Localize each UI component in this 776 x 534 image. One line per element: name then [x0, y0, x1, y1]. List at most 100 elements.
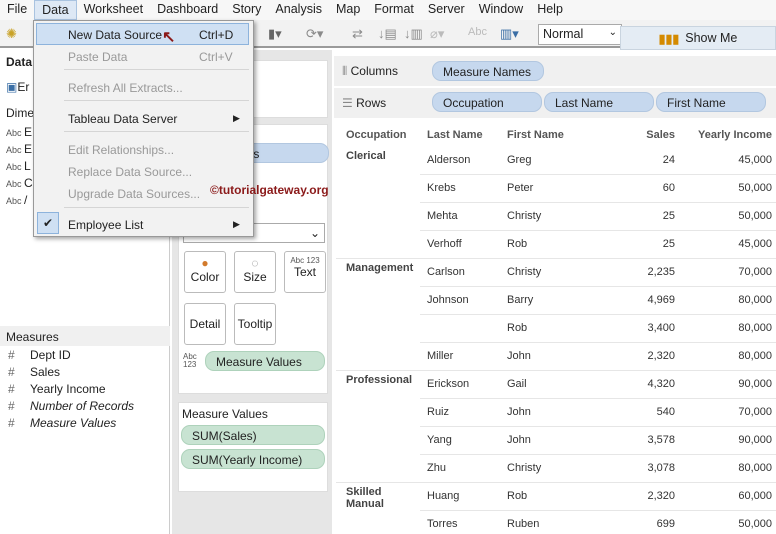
cell-sales[interactable]: 60	[606, 182, 675, 194]
cell-yearly-income[interactable]: 80,000	[686, 462, 772, 474]
cell-yearly-income[interactable]: 50,000	[686, 182, 772, 194]
header-sales[interactable]: Sales	[606, 129, 675, 141]
cell-yearly-income[interactable]: 50,000	[686, 518, 772, 530]
show-me-button[interactable]: ▮▮▮ Show Me	[620, 26, 776, 50]
cell-first-name[interactable]: John	[507, 406, 531, 418]
cell-yearly-income[interactable]: 90,000	[686, 434, 772, 446]
cell-last-name[interactable]: Verhoff	[427, 238, 462, 250]
menu-help[interactable]: Help	[530, 0, 570, 20]
rows-pill-last-name[interactable]: Last Name	[544, 92, 654, 112]
cell-last-name[interactable]: Mehta	[427, 210, 458, 222]
measure-values-pill[interactable]: Measure Values	[205, 351, 325, 371]
cell-last-name[interactable]: Erickson	[427, 378, 469, 390]
measure-item[interactable]: # Yearly Income	[8, 382, 106, 396]
measure-item[interactable]: # Number of Records	[8, 399, 134, 413]
menu-server[interactable]: Server	[421, 0, 472, 20]
menu-item-employee-list[interactable]: Employee List	[68, 218, 143, 232]
cell-last-name[interactable]: Krebs	[427, 182, 456, 194]
cell-sales[interactable]: 24	[606, 154, 675, 166]
cell-sales[interactable]: 3,400	[606, 322, 675, 334]
color-button[interactable]: ● Color	[184, 251, 226, 293]
dimension-item[interactable]: Abc L	[6, 159, 31, 173]
cell-first-name[interactable]: Peter	[507, 182, 533, 194]
cell-occupation[interactable]: Skilled Manual	[346, 486, 422, 510]
cell-yearly-income[interactable]: 45,000	[686, 154, 772, 166]
menu-format[interactable]: Format	[367, 0, 421, 20]
cell-last-name[interactable]: Carlson	[427, 266, 465, 278]
cell-yearly-income[interactable]: 50,000	[686, 210, 772, 222]
cell-last-name[interactable]: Zhu	[427, 462, 446, 474]
cell-first-name[interactable]: John	[507, 434, 531, 446]
dimension-item[interactable]: Abc C	[6, 176, 33, 190]
measure-item[interactable]: # Dept ID	[8, 348, 71, 362]
menu-item-edit-relationships[interactable]: Edit Relationships...	[68, 143, 174, 157]
cell-first-name[interactable]: Greg	[507, 154, 531, 166]
measure-item[interactable]: # Sales	[8, 365, 60, 379]
cell-yearly-income[interactable]: 45,000	[686, 238, 772, 250]
cell-sales[interactable]: 540	[606, 406, 675, 418]
menu-dashboard[interactable]: Dashboard	[150, 0, 225, 20]
cell-yearly-income[interactable]: 80,000	[686, 350, 772, 362]
header-first-name[interactable]: First Name	[507, 129, 564, 141]
menu-item-upgrade-data-sources[interactable]: Upgrade Data Sources...	[68, 187, 200, 201]
cell-yearly-income[interactable]: 70,000	[686, 406, 772, 418]
rows-pill-occupation[interactable]: Occupation	[432, 92, 542, 112]
menu-item-replace-data-source[interactable]: Replace Data Source...	[68, 165, 192, 179]
cell-first-name[interactable]: Christy	[507, 266, 541, 278]
cell-first-name[interactable]: Rob	[507, 490, 527, 502]
cell-sales[interactable]: 2,320	[606, 350, 675, 362]
size-button[interactable]: ◌ Size	[234, 251, 276, 293]
cell-sales[interactable]: 4,969	[606, 294, 675, 306]
measure-item[interactable]: # Measure Values	[8, 416, 116, 430]
cell-occupation[interactable]: Professional	[346, 374, 422, 386]
sort-ascending-icon[interactable]: ↓▤	[378, 26, 397, 42]
cell-sales[interactable]: 699	[606, 518, 675, 530]
cell-yearly-income[interactable]: 60,000	[686, 490, 772, 502]
cell-last-name[interactable]: Yang	[427, 434, 452, 446]
columns-pill-measure-names[interactable]: Measure Names	[432, 61, 544, 81]
text-button[interactable]: Abc 123 Text	[284, 251, 326, 293]
cell-last-name[interactable]: Miller	[427, 350, 453, 362]
cell-yearly-income[interactable]: 70,000	[686, 266, 772, 278]
data-source-item[interactable]: ▣Er	[6, 80, 29, 94]
cell-yearly-income[interactable]: 80,000	[686, 322, 772, 334]
header-yearly-income[interactable]: Yearly Income	[698, 129, 772, 141]
cell-sales[interactable]: 25	[606, 210, 675, 222]
label-abc-icon[interactable]: Abc	[468, 26, 487, 38]
cell-first-name[interactable]: Christy	[507, 462, 541, 474]
refresh-icon[interactable]: ⟳▾	[306, 26, 323, 42]
cell-last-name[interactable]: Alderson	[427, 154, 470, 166]
cell-sales[interactable]: 4,320	[606, 378, 675, 390]
menu-item-tableau-data-server[interactable]: Tableau Data Server	[68, 112, 177, 126]
cell-last-name[interactable]: Johnson	[427, 294, 469, 306]
cell-first-name[interactable]: Gail	[507, 378, 527, 390]
cell-first-name[interactable]: John	[507, 350, 531, 362]
cell-first-name[interactable]: Rob	[507, 322, 527, 334]
chart-type-icon[interactable]: ▥▾	[500, 26, 519, 42]
menu-map[interactable]: Map	[329, 0, 367, 20]
tooltip-button[interactable]: Tooltip	[234, 303, 276, 345]
cell-last-name[interactable]: Huang	[427, 490, 459, 502]
detail-button[interactable]: Detail	[184, 303, 226, 345]
dimension-item[interactable]: Abc E	[6, 142, 32, 156]
menu-worksheet[interactable]: Worksheet	[77, 0, 151, 20]
cell-first-name[interactable]: Barry	[507, 294, 533, 306]
menu-analysis[interactable]: Analysis	[268, 0, 329, 20]
rows-pill-first-name[interactable]: First Name	[656, 92, 766, 112]
menu-item-new-data-source[interactable]: New Data Source	[68, 28, 162, 42]
cell-occupation[interactable]: Clerical	[346, 150, 422, 162]
sum-yearly-income-pill[interactable]: SUM(Yearly Income)	[181, 449, 325, 469]
datasource-icon[interactable]: ▮▾	[268, 26, 282, 42]
menu-window[interactable]: Window	[472, 0, 530, 20]
cell-yearly-income[interactable]: 80,000	[686, 294, 772, 306]
header-last-name[interactable]: Last Name	[427, 129, 483, 141]
sort-descending-icon[interactable]: ↓▥	[404, 26, 423, 42]
header-occupation[interactable]: Occupation	[346, 129, 407, 141]
cell-first-name[interactable]: Christy	[507, 210, 541, 222]
swap-icon[interactable]: ⇄	[352, 26, 363, 42]
cell-sales[interactable]: 2,235	[606, 266, 675, 278]
menu-story[interactable]: Story	[225, 0, 268, 20]
dimension-item[interactable]: Abc E	[6, 125, 32, 139]
cell-last-name[interactable]: Ruiz	[427, 406, 449, 418]
menu-item-paste-data[interactable]: Paste Data	[68, 50, 127, 64]
